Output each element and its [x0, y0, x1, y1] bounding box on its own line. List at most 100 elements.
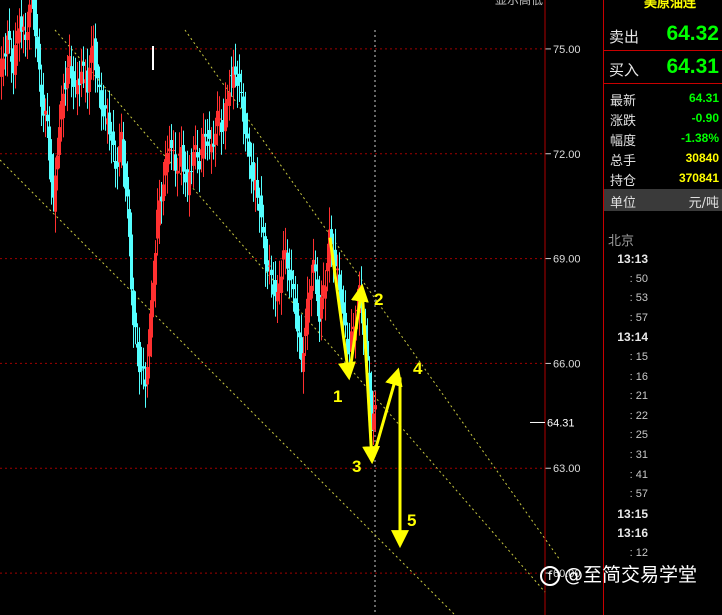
candle-body	[34, 0, 37, 37]
channel-line-lower	[0, 159, 456, 615]
tick-time-text: : 31	[629, 449, 648, 461]
candle-body	[314, 264, 317, 272]
candle-body	[102, 107, 105, 117]
unit-label: 单位	[610, 196, 637, 211]
tick-second-row[interactable]: : 57	[604, 485, 722, 504]
candle-body	[182, 145, 185, 172]
y-tick-label: 75.00	[553, 44, 581, 56]
candle-body	[58, 127, 61, 155]
candle-body	[166, 152, 169, 173]
tick-minute-row[interactable]: 13:16	[604, 524, 722, 543]
candle-body	[22, 26, 25, 31]
wave-label: 1	[333, 387, 342, 406]
tick-second-row[interactable]: : 57	[604, 309, 722, 328]
wave-label: 3	[352, 457, 361, 476]
candle-body	[122, 139, 125, 166]
tick-second-row[interactable]: : 16	[604, 368, 722, 387]
tick-time-text: : 57	[629, 311, 648, 324]
candle-body	[372, 413, 375, 430]
tick-time-text: : 21	[629, 390, 648, 403]
candle-body	[8, 30, 11, 40]
candle-body	[54, 175, 57, 212]
tick-second-row[interactable]: : 53	[604, 289, 722, 308]
y-tick-label: 72.00	[553, 149, 581, 161]
candle-body	[104, 105, 107, 109]
candle-body	[264, 236, 267, 265]
tick-second-row[interactable]: : 41	[604, 466, 722, 485]
y-tick-label: 66.00	[553, 358, 581, 370]
candle-body	[290, 270, 293, 280]
tick-second-row[interactable]: : 25	[604, 426, 722, 445]
candle-body	[88, 67, 91, 92]
y-tick-label: 63.00	[553, 463, 581, 475]
candle-body	[260, 195, 263, 218]
stat-value: 30840	[685, 151, 719, 165]
tick-second-row[interactable]: : 50	[604, 270, 722, 289]
candle-body	[342, 302, 345, 314]
candle-body	[286, 252, 289, 269]
candle-body	[280, 276, 283, 293]
stat-row: 幅度 -1.38%	[604, 128, 722, 149]
candle-body	[150, 300, 153, 338]
watermark: f @至简交易学堂	[540, 560, 697, 587]
candle-body	[38, 43, 41, 70]
candle-body	[296, 302, 299, 332]
tick-time-text: 13:15	[617, 506, 648, 521]
candle-body	[44, 110, 47, 115]
candle-body	[248, 141, 251, 157]
candlestick-chart[interactable]: 显示高低 75.0072.0069.0066.0063.0060.0076.98…	[0, 0, 603, 615]
channel-line-middle	[54, 29, 546, 593]
candle-body	[66, 67, 69, 89]
candle-body	[112, 131, 115, 146]
candle-body	[292, 283, 295, 290]
instrument-name: 美原油连	[644, 0, 697, 11]
candle-body	[46, 114, 49, 122]
candle-body	[306, 298, 309, 335]
tick-second-row[interactable]: : 21	[604, 387, 722, 406]
candle-body	[26, 31, 29, 41]
chart-canvas[interactable]: 75.0072.0069.0066.0063.0060.0076.9864.31…	[0, 0, 603, 615]
candle-body	[262, 226, 265, 233]
tick-minute-row[interactable]: 13:14	[604, 328, 722, 347]
candle-body	[336, 268, 339, 271]
tick-minute-row[interactable]: 13:13	[604, 250, 722, 269]
candle-body	[302, 353, 305, 372]
candle-body	[100, 90, 103, 110]
candle-body	[176, 170, 179, 174]
candle-body	[168, 148, 171, 152]
unit-value: 元/吨	[688, 196, 719, 211]
candle-body	[152, 282, 155, 302]
stat-row: 持仓 370841	[604, 168, 722, 189]
candle-body	[108, 112, 111, 135]
tick-time-text: : 41	[629, 468, 648, 481]
candle-body	[244, 113, 247, 135]
tick-time-text: : 15	[629, 351, 648, 363]
sell-label: 卖出	[609, 28, 640, 46]
unit-row: 单位 元/吨	[604, 189, 722, 211]
candle-body	[202, 133, 205, 159]
candle-body	[238, 73, 241, 83]
candle-body	[268, 265, 271, 267]
tick-second-row[interactable]: : 22	[604, 407, 722, 426]
candle-body	[134, 312, 137, 328]
candles-group	[0, 0, 377, 452]
buy-label: 买入	[609, 61, 640, 79]
candle-body	[172, 149, 175, 152]
tick-time-text: : 12	[629, 547, 648, 559]
candle-body	[192, 152, 195, 166]
sell-quote-row[interactable]: 卖出 64.32	[604, 19, 722, 51]
tick-second-row[interactable]: : 31	[604, 446, 722, 465]
buy-quote-row[interactable]: 买入 64.31	[604, 52, 722, 84]
tick-time-text: : 57	[629, 488, 648, 501]
candle-body	[310, 285, 313, 299]
candle-body	[218, 118, 221, 120]
watermark-logo-icon: f	[540, 565, 560, 586]
candle-body	[14, 45, 17, 75]
tick-minute-row[interactable]: 13:15	[604, 505, 722, 524]
stat-label: 持仓	[610, 174, 637, 189]
candle-body	[96, 64, 99, 79]
tick-second-row[interactable]: : 15	[604, 348, 722, 367]
candle-body	[68, 56, 71, 68]
y-tick-label: 69.00	[553, 254, 581, 266]
candle-body	[80, 71, 83, 84]
